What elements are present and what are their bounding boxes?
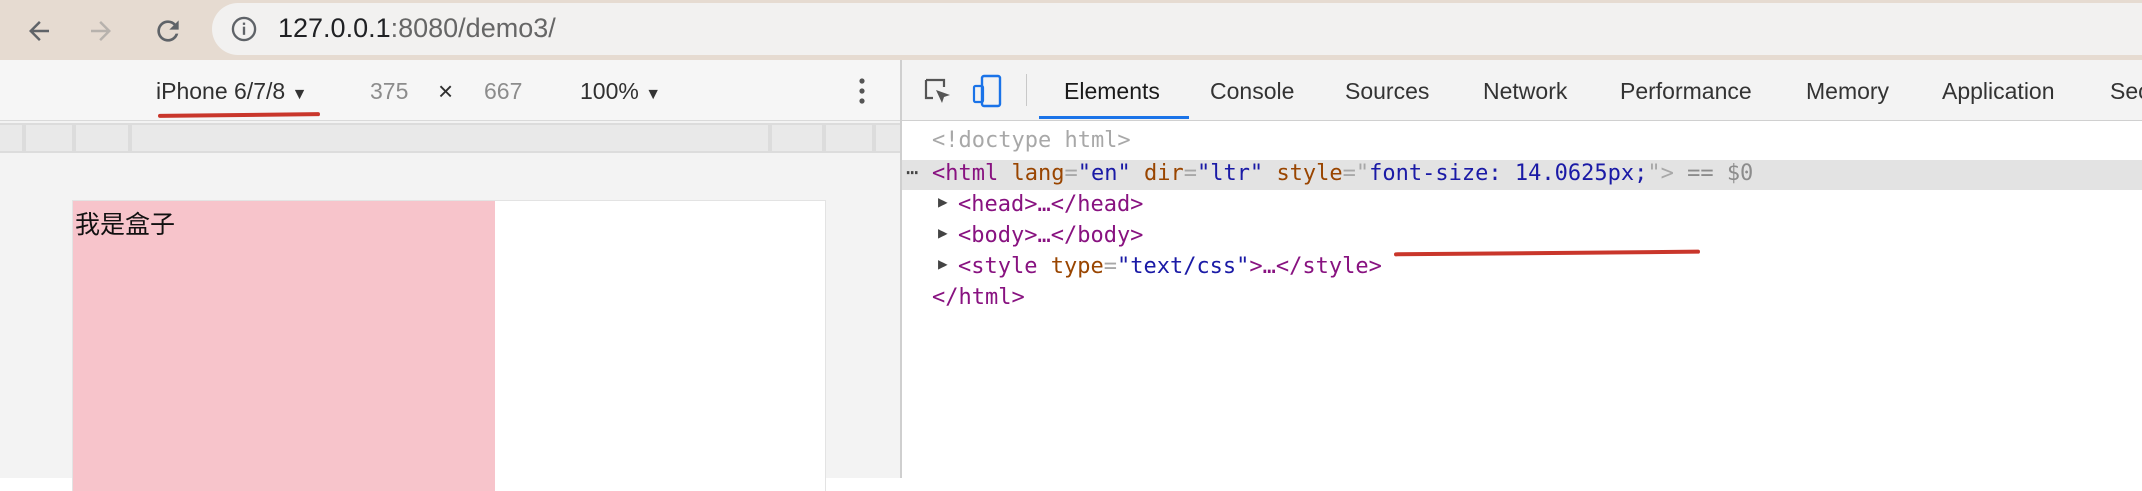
expand-triangle-icon[interactable]: ▶	[938, 223, 948, 242]
url-host: 127.0.0.1	[278, 13, 391, 43]
more-options-icon[interactable]	[856, 76, 868, 106]
attr-name: style	[1276, 161, 1343, 186]
width-input[interactable]: 375	[370, 78, 408, 105]
address-bar[interactable]: 127.0.0.1:8080/demo3/	[212, 3, 2142, 55]
url-text: 127.0.0.1:8080/demo3/	[278, 13, 556, 44]
attr-name: dir	[1143, 161, 1184, 186]
dropdown-arrow-icon: ▼	[291, 86, 308, 103]
zoom-select[interactable]: 100% ▼	[580, 78, 661, 105]
devtools-tabbar: Elements Console Sources Network Perform…	[902, 60, 2142, 121]
dom-body[interactable]: <body>…</body>	[958, 223, 1143, 248]
dom-doctype[interactable]: <!doctype html>	[932, 128, 1131, 153]
tab-performance[interactable]: Performance	[1620, 78, 1752, 105]
tab-elements[interactable]: Elements	[1064, 78, 1160, 105]
height-input[interactable]: 667	[484, 78, 522, 105]
url-path: :8080/demo3/	[390, 13, 556, 43]
console-ref: == $0	[1687, 161, 1754, 186]
forward-button[interactable]	[78, 8, 124, 54]
device-toolbar: iPhone 6/7/8 ▼ 375 × 667 100% ▼	[0, 60, 900, 121]
media-query-bar	[0, 123, 900, 153]
box-text: 我是盒子	[75, 210, 176, 239]
device-emulation-pane: iPhone 6/7/8 ▼ 375 × 667 100% ▼ 我是盒子	[0, 60, 900, 491]
dom-html-close[interactable]: </html>	[932, 285, 1025, 310]
attr-value: "text/css"	[1116, 254, 1250, 279]
forward-arrow-icon	[91, 21, 111, 41]
tag-name: <html	[932, 161, 999, 186]
tab-security[interactable]: Sec	[2110, 78, 2142, 105]
annotation-underline	[1393, 249, 1701, 257]
expand-triangle-icon[interactable]: ▶	[938, 254, 948, 273]
media-query-segment[interactable]	[826, 125, 872, 151]
zoom-value: 100%	[580, 78, 639, 104]
attr-value: "ltr"	[1196, 161, 1264, 186]
media-query-segment[interactable]	[0, 125, 22, 151]
tag-name: <style	[958, 254, 1038, 279]
media-query-segment[interactable]	[76, 125, 128, 151]
tab-console[interactable]: Console	[1210, 78, 1294, 105]
expand-triangle-icon[interactable]: ▶	[938, 192, 948, 211]
tab-application[interactable]: Application	[1942, 78, 2055, 105]
tag-close: >…</style>	[1249, 254, 1382, 279]
back-button[interactable]	[16, 8, 62, 54]
browser-toolbar: 127.0.0.1:8080/demo3/	[0, 0, 2142, 60]
attr-name: lang	[1011, 161, 1065, 186]
back-arrow-icon	[29, 21, 49, 41]
device-name: iPhone 6/7/8	[156, 78, 286, 104]
dom-html-open[interactable]: <html lang="en" dir="ltr" style="font-si…	[932, 161, 1753, 186]
media-query-segment[interactable]	[876, 125, 900, 151]
tab-network[interactable]: Network	[1483, 78, 1567, 105]
reload-icon	[157, 20, 179, 42]
media-query-segment[interactable]	[772, 125, 822, 151]
site-info-icon[interactable]	[230, 15, 258, 43]
toolbar-divider	[1026, 74, 1027, 106]
tab-sources[interactable]: Sources	[1345, 78, 1429, 105]
dom-head[interactable]: <head>…</head>	[958, 192, 1143, 217]
dropdown-arrow-icon: ▼	[645, 86, 662, 103]
emulated-viewport: 我是盒子	[72, 200, 826, 491]
media-query-segment[interactable]	[26, 125, 72, 151]
devtools-panel: Elements Console Sources Network Perform…	[902, 60, 2142, 478]
reload-button[interactable]	[145, 8, 191, 54]
tab-memory[interactable]: Memory	[1806, 78, 1889, 105]
annotation-underline	[157, 112, 321, 118]
inspect-element-icon[interactable]	[922, 76, 954, 108]
pink-box: 我是盒子	[73, 201, 495, 491]
times-icon: ×	[438, 76, 454, 106]
dom-style[interactable]: <style type="text/css">…</style>	[958, 254, 1382, 279]
device-toggle-icon[interactable]	[972, 74, 1004, 108]
device-select[interactable]: iPhone 6/7/8 ▼	[156, 78, 307, 105]
media-query-segment[interactable]	[132, 125, 768, 151]
attr-value: "en"	[1077, 161, 1131, 186]
attr-name: type	[1050, 254, 1104, 279]
ellipsis-icon[interactable]: ⋯	[906, 160, 918, 184]
active-tab-indicator	[1039, 116, 1189, 119]
style-attr-value: font-size: 14.0625px;	[1369, 161, 1648, 186]
